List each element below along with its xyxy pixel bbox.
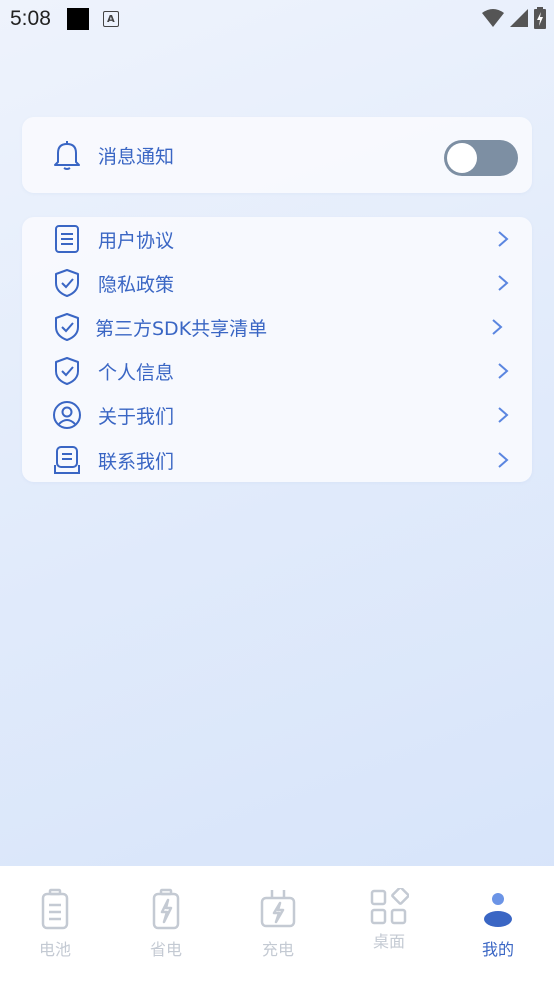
menu-item-label: 联系我们 [98,450,175,473]
status-time: 5:08 [10,7,51,30]
shield-check-icon [52,356,82,386]
apps-grid-icon [370,888,409,925]
user-circle-icon [52,400,82,430]
notification-app-icon [66,8,89,30]
nav-desktop[interactable]: 桌面 [349,888,429,952]
menu-item-user-agreement[interactable]: 用户协议 [22,217,532,261]
nav-battery[interactable]: 电池 [15,888,95,960]
chevron-right-icon [498,231,509,247]
nav-label: 电池 [38,940,71,959]
keyboard-notification-icon: A [102,11,119,27]
menu-item-label: 个人信息 [98,361,175,384]
notification-label: 消息通知 [98,145,175,168]
menu-item-contact-us[interactable]: 联系我们 [22,438,532,482]
signal-icon [510,9,528,27]
menu-item-label: 关于我们 [98,405,175,428]
battery-status-icon [534,7,546,29]
menu-item-personal-info[interactable]: 个人信息 [22,349,532,393]
nav-label: 省电 [149,940,182,959]
contact-icon [52,445,82,475]
menu-item-label: 用户协议 [98,229,175,252]
nav-power-saving[interactable]: 省电 [126,888,206,960]
nav-charging[interactable]: 充电 [238,888,318,960]
menu-item-label: 隐私政策 [98,273,175,296]
chevron-right-icon [498,407,509,423]
nav-mine[interactable]: 我的 [458,888,538,960]
person-icon [484,893,512,927]
bottom-nav: 电池 省电 充电 桌面 我的 [0,866,554,984]
chevron-right-icon [492,319,503,335]
menu-item-label: 第三方SDK共享清单 [95,317,268,340]
wifi-icon [482,9,504,27]
shield-check-icon [52,268,82,298]
status-indicators [482,7,546,29]
menu-item-privacy-policy[interactable]: 隐私政策 [22,261,532,305]
battery-icon [41,888,69,930]
menu-item-third-party-sdk[interactable]: 第三方SDK共享清单 [22,305,532,349]
notification-card: 消息通知 [22,117,532,193]
battery-bolt-icon [152,888,180,930]
toggle-knob [447,143,477,173]
status-bar: 5:08 A [0,0,554,38]
nav-label: 充电 [261,940,294,959]
bell-icon [52,140,82,170]
chevron-right-icon [498,363,509,379]
menu-item-about-us[interactable]: 关于我们 [22,393,532,437]
nav-label: 我的 [481,940,514,959]
chevron-right-icon [498,275,509,291]
shield-check-icon [52,312,82,342]
nav-label: 桌面 [372,932,405,951]
menu-card: 用户协议 隐私政策 第三方SDK共享清单 个人信息 关于我们 联系我们 [22,217,532,482]
chevron-right-icon [498,452,509,468]
notification-toggle[interactable] [444,140,518,176]
charger-icon [260,890,296,928]
document-icon [52,224,82,254]
